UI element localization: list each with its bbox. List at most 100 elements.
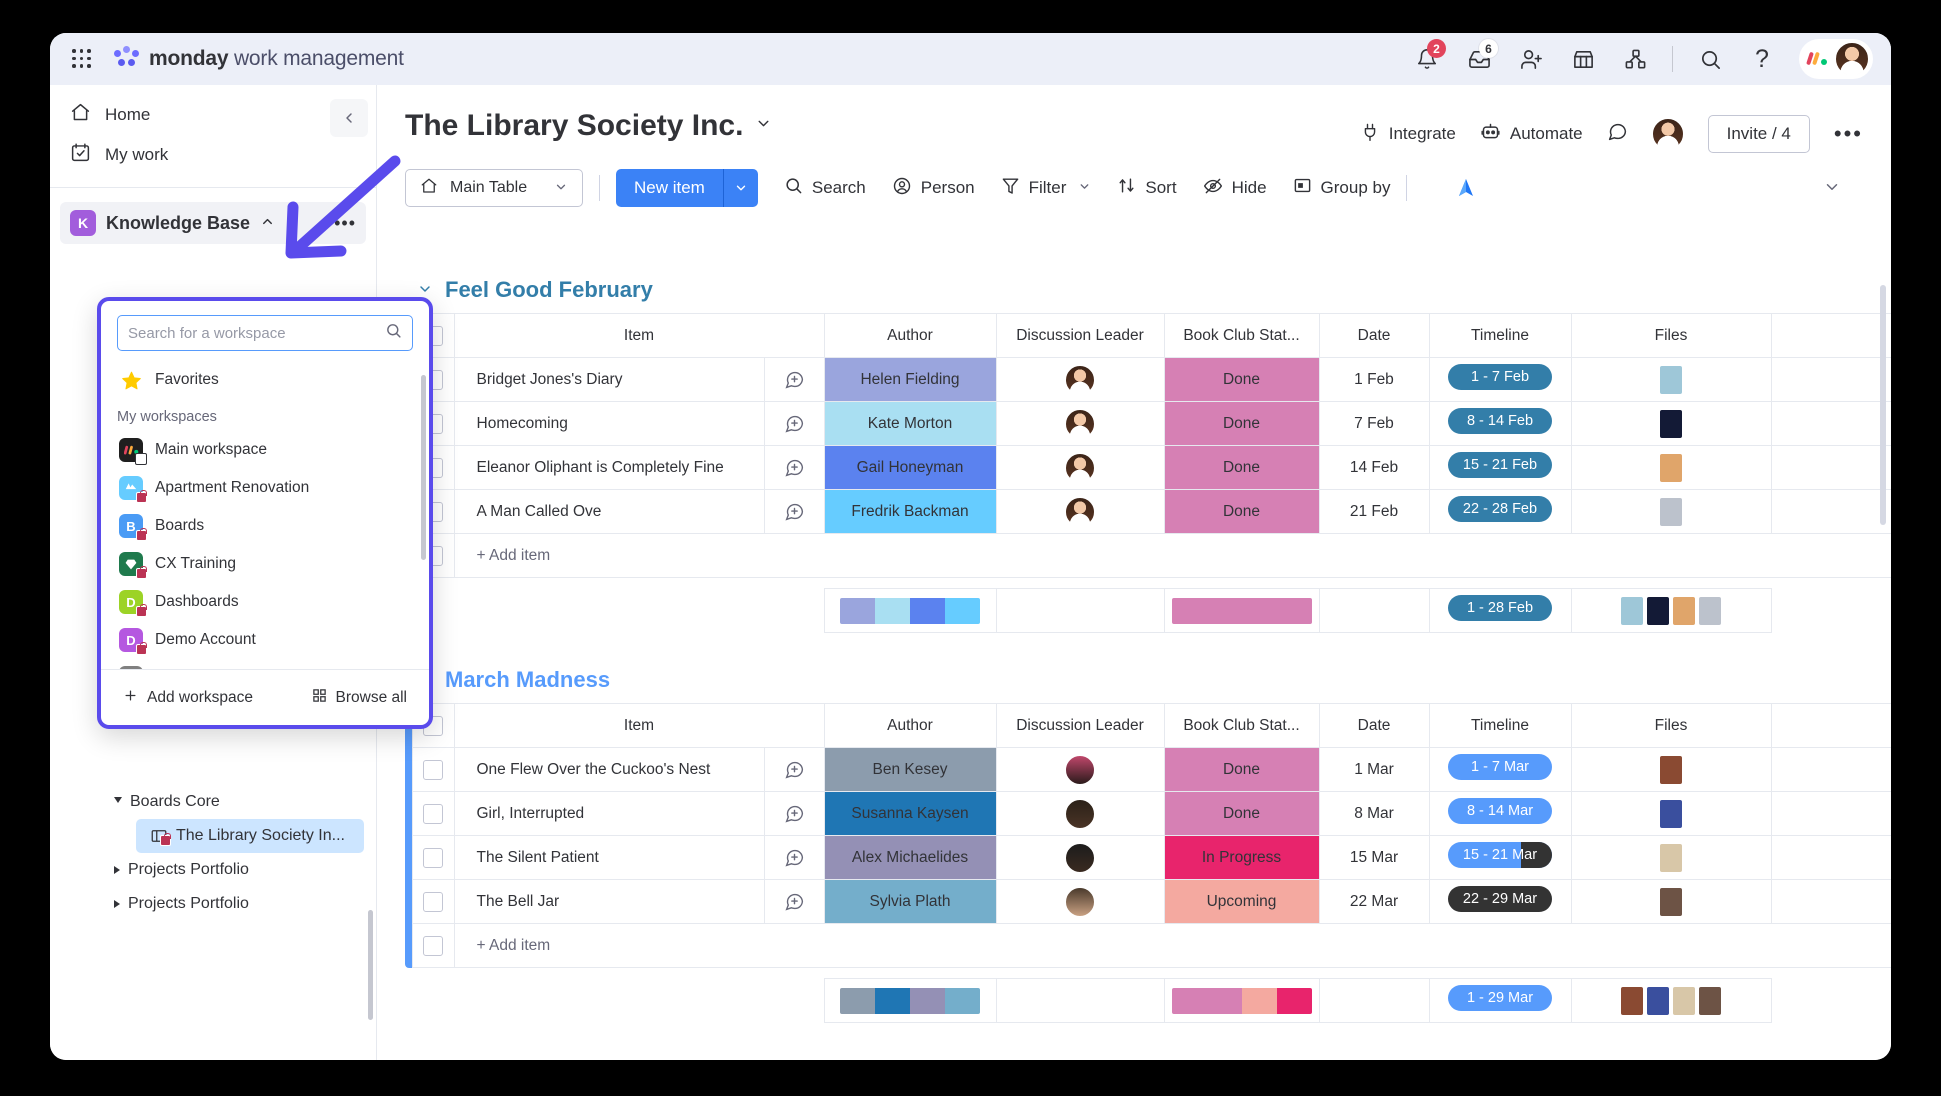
row-checkbox[interactable]: [423, 847, 443, 868]
group-by-button[interactable]: Group by: [1293, 176, 1390, 200]
browse-all-button[interactable]: Browse all: [312, 688, 407, 708]
cell-date[interactable]: 1 Mar: [1318, 747, 1430, 792]
group-header-march-madness[interactable]: March Madness: [417, 667, 1891, 693]
workspace-item-apartment-renovation[interactable]: Apartment Renovation: [101, 469, 429, 507]
workspace-list-scrollbar[interactable]: [421, 375, 426, 560]
workspace-item-devex-incidents[interactable]: D DevEx incidents: [101, 659, 429, 669]
workspace-item-dashboards[interactable]: D Dashboards: [101, 583, 429, 621]
cell-author[interactable]: Sylvia Plath: [823, 879, 997, 924]
teams-icon[interactable]: [1620, 44, 1650, 74]
column-header-timeline[interactable]: Timeline: [1428, 313, 1572, 358]
column-header-date[interactable]: Date: [1318, 703, 1430, 748]
cell-discussion-leader[interactable]: [995, 489, 1165, 534]
column-header-status[interactable]: Book Club Stat...: [1163, 703, 1320, 748]
invite-button[interactable]: Invite / 4: [1707, 115, 1810, 153]
cell-date[interactable]: 21 Feb: [1318, 489, 1430, 534]
column-header-discussion-leader[interactable]: Discussion Leader: [995, 313, 1165, 358]
row-checkbox[interactable]: [423, 803, 443, 824]
cell-author[interactable]: Ben Kesey: [823, 747, 997, 792]
cell-item-name[interactable]: The Silent Patient: [453, 835, 765, 880]
add-item-label[interactable]: + Add item: [453, 533, 1891, 578]
cell-files[interactable]: [1570, 747, 1772, 792]
cell-timeline[interactable]: 8 - 14 Feb: [1428, 401, 1572, 446]
cell-author[interactable]: Fredrik Backman: [823, 489, 997, 534]
add-workspace-button[interactable]: Add workspace: [123, 688, 253, 708]
status-badge[interactable]: Done: [1163, 747, 1320, 792]
status-badge[interactable]: Done: [1163, 401, 1320, 446]
cell-date[interactable]: 14 Feb: [1318, 445, 1430, 490]
table-row[interactable]: Eleanor Oliphant is Completely Fine Gail…: [405, 445, 1891, 490]
cell-files[interactable]: [1570, 879, 1772, 924]
cell-add-update[interactable]: [763, 445, 825, 490]
group-header-feel-good-february[interactable]: Feel Good February: [417, 277, 1891, 303]
workspace-selector[interactable]: K Knowledge Base •••: [60, 202, 366, 244]
add-item-row[interactable]: + Add item: [405, 923, 1891, 968]
status-badge[interactable]: Done: [1163, 357, 1320, 402]
sidebar-item-my-work[interactable]: My work: [50, 135, 376, 175]
column-header-add[interactable]: [1770, 703, 1891, 748]
cell-item-name[interactable]: The Bell Jar: [453, 879, 765, 924]
page-title[interactable]: The Library Society Inc.: [405, 109, 772, 143]
search-button[interactable]: Search: [784, 176, 866, 200]
cell-files[interactable]: [1570, 445, 1772, 490]
sidebar-tree-group-projects-portfolio-1[interactable]: Projects Portfolio: [50, 853, 376, 887]
cell-discussion-leader[interactable]: [995, 879, 1165, 924]
table-row[interactable]: A Man Called Ove Fredrik Backman Done 21…: [405, 489, 1891, 534]
cell-item-name[interactable]: Bridget Jones's Diary: [453, 357, 765, 402]
column-header-files[interactable]: Files: [1570, 313, 1772, 358]
table-row[interactable]: The Silent Patient Alex Michaelides In P…: [405, 835, 1891, 880]
workspace-item-demo-account[interactable]: D Demo Account: [101, 621, 429, 659]
cell-files[interactable]: [1570, 791, 1772, 836]
workspace-item-boards[interactable]: B Boards: [101, 507, 429, 545]
cell-discussion-leader[interactable]: [995, 401, 1165, 446]
cell-author[interactable]: Helen Fielding: [823, 357, 997, 402]
cell-date[interactable]: 1 Feb: [1318, 357, 1430, 402]
status-badge[interactable]: Done: [1163, 445, 1320, 490]
user-menu[interactable]: [1799, 39, 1873, 79]
cell-item-name[interactable]: Eleanor Oliphant is Completely Fine: [453, 445, 765, 490]
help-icon[interactable]: ?: [1747, 44, 1777, 74]
column-header-item[interactable]: Item: [453, 703, 825, 748]
chevron-up-icon[interactable]: [260, 214, 275, 232]
cell-timeline[interactable]: 15 - 21 Feb: [1428, 445, 1572, 490]
board-owner-avatar[interactable]: [1651, 118, 1684, 150]
row-checkbox[interactable]: [423, 759, 443, 780]
cell-discussion-leader[interactable]: [995, 445, 1165, 490]
cell-files[interactable]: [1570, 401, 1772, 446]
add-item-row[interactable]: + Add item: [405, 533, 1891, 578]
sidebar-tree-group-projects-portfolio-2[interactable]: Projects Portfolio: [50, 887, 376, 921]
search-icon[interactable]: [1695, 44, 1725, 74]
status-badge[interactable]: In Progress: [1163, 835, 1320, 880]
sidebar-scrollbar[interactable]: [368, 910, 373, 1020]
workspace-item-cx-training[interactable]: CX Training: [101, 545, 429, 583]
row-checkbox[interactable]: [423, 935, 443, 956]
cell-discussion-leader[interactable]: [995, 835, 1165, 880]
workspace-favorites-item[interactable]: Favorites: [101, 361, 429, 399]
row-checkbox[interactable]: [423, 891, 443, 912]
view-selector[interactable]: Main Table: [405, 169, 583, 207]
cell-item-name[interactable]: One Flew Over the Cuckoo's Nest: [453, 747, 765, 792]
cell-discussion-leader[interactable]: [995, 747, 1165, 792]
avatar[interactable]: [1835, 42, 1869, 76]
cell-timeline[interactable]: 15 - 21 Mar: [1428, 835, 1572, 880]
sort-button[interactable]: Sort: [1117, 176, 1177, 200]
column-header-author[interactable]: Author: [823, 703, 997, 748]
cell-discussion-leader[interactable]: [995, 791, 1165, 836]
workspace-list[interactable]: Favorites My workspaces Main workspace A…: [101, 357, 429, 669]
cell-author[interactable]: Susanna Kaysen: [823, 791, 997, 836]
cell-add-update[interactable]: [763, 791, 825, 836]
status-badge[interactable]: Done: [1163, 791, 1320, 836]
column-header-status[interactable]: Book Club Stat...: [1163, 313, 1320, 358]
chevron-down-icon[interactable]: [755, 115, 772, 137]
cell-files[interactable]: [1570, 835, 1772, 880]
board-more-menu-icon[interactable]: •••: [1834, 121, 1863, 147]
cell-date[interactable]: 15 Mar: [1318, 835, 1430, 880]
hide-button[interactable]: Hide: [1203, 176, 1267, 201]
cell-author[interactable]: Kate Morton: [823, 401, 997, 446]
cell-item-name[interactable]: Girl, Interrupted: [453, 791, 765, 836]
chevron-down-icon[interactable]: [1078, 180, 1091, 196]
toolbar-expand-icon[interactable]: [1823, 178, 1863, 199]
cell-author[interactable]: Alex Michaelides: [823, 835, 997, 880]
status-badge[interactable]: Upcoming: [1163, 879, 1320, 924]
column-header-author[interactable]: Author: [823, 313, 997, 358]
